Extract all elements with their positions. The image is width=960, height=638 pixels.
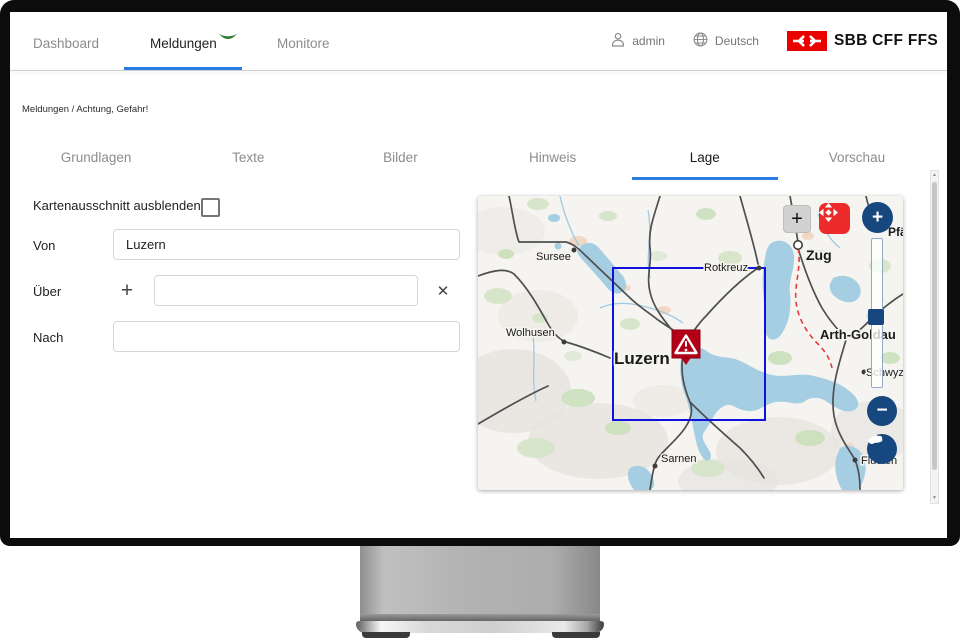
- svg-text:Rotkreuz: Rotkreuz: [704, 262, 748, 274]
- monitor-foot-right: [552, 632, 600, 638]
- nav-item-monitore[interactable]: Monitore: [277, 36, 330, 51]
- svg-text:Pfä: Pfä: [888, 225, 903, 239]
- tab-bar: Grundlagen Texte Bilder Hinweis Lage Vor…: [20, 140, 933, 175]
- add-via-button[interactable]: +: [116, 280, 138, 302]
- svg-text:Arth-Goldau: Arth-Goldau: [820, 327, 896, 342]
- user-icon: [611, 32, 625, 50]
- nav-item-meldungen[interactable]: Meldungen: [150, 36, 217, 51]
- brand-text: SBB CFF FFS: [834, 32, 938, 50]
- tab-lage[interactable]: Lage: [629, 140, 781, 175]
- von-input[interactable]: [113, 229, 460, 260]
- tab-texte[interactable]: Texte: [172, 140, 324, 175]
- svg-text:Luzern: Luzern: [614, 349, 670, 368]
- map-zoom-slider[interactable]: [871, 238, 883, 388]
- svg-text:Sarnen: Sarnen: [661, 453, 696, 465]
- ueber-label: Über: [33, 284, 61, 299]
- hide-map-label: Kartenausschnitt ausblenden: [33, 198, 201, 213]
- user-name: admin: [632, 34, 665, 48]
- globe-icon: [693, 32, 708, 50]
- screen: Dashboard Meldungen Monitore admin: [10, 12, 947, 538]
- monitor-foot-left: [362, 632, 410, 638]
- map[interactable]: Sursee Wolhusen Rotkreuz Zug Arth-Goldau…: [478, 196, 903, 490]
- breadcrumb: Meldungen / Achtung, Gefahr!: [22, 104, 148, 115]
- monitor-frame: Dashboard Meldungen Monitore admin: [0, 0, 960, 546]
- map-zoom-out-button[interactable]: −: [867, 396, 897, 426]
- language-menu[interactable]: Deutsch: [693, 32, 759, 50]
- sbb-flag-icon: [787, 31, 827, 51]
- tab-grundlagen[interactable]: Grundlagen: [20, 140, 172, 175]
- meldungen-badge-icon: [218, 30, 238, 48]
- language-label: Deutsch: [715, 34, 759, 48]
- von-label: Von: [33, 238, 55, 253]
- header-right: admin Deutsch: [611, 12, 938, 70]
- nach-input[interactable]: [113, 321, 460, 352]
- move-icon: [819, 203, 838, 222]
- tab-vorschau[interactable]: Vorschau: [781, 140, 933, 175]
- monitor-stand: [360, 546, 600, 616]
- tab-bilder[interactable]: Bilder: [324, 140, 476, 175]
- nav-item-dashboard[interactable]: Dashboard: [33, 36, 99, 51]
- svg-text:Wolhusen: Wolhusen: [506, 327, 555, 339]
- hide-map-checkbox[interactable]: [201, 198, 220, 217]
- switzerland-icon: [867, 434, 884, 445]
- header-divider: [10, 70, 947, 71]
- scrollbar-thumb[interactable]: [932, 182, 937, 470]
- clear-via-button[interactable]: ✕: [432, 280, 454, 302]
- svg-text:Sursee: Sursee: [536, 251, 571, 263]
- map-home-extent-button[interactable]: [867, 434, 897, 464]
- tab-hinweis[interactable]: Hinweis: [477, 140, 629, 175]
- map-layer-button[interactable]: +: [783, 205, 811, 233]
- map-canvas: Sursee Wolhusen Rotkreuz Zug Arth-Goldau…: [478, 196, 903, 490]
- scrollbar-up-arrow[interactable]: ▲: [931, 171, 938, 180]
- nach-label: Nach: [33, 330, 63, 345]
- ueber-input[interactable]: [154, 275, 418, 306]
- app-header: Dashboard Meldungen Monitore admin: [10, 12, 947, 70]
- scrollbar-down-arrow[interactable]: ▼: [931, 494, 938, 503]
- page-scrollbar[interactable]: ▲ ▼: [930, 170, 939, 504]
- sbb-logo: SBB CFF FFS: [787, 31, 938, 51]
- map-pan-button[interactable]: [819, 203, 850, 234]
- user-menu[interactable]: admin: [611, 32, 665, 50]
- map-zoom-slider-handle[interactable]: [868, 309, 884, 325]
- svg-text:Zug: Zug: [806, 247, 832, 263]
- map-zoom-in-button[interactable]: +: [862, 202, 893, 233]
